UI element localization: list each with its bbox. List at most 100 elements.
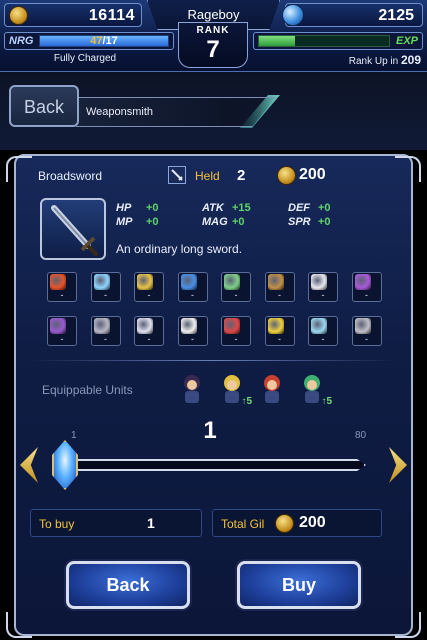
- resistance-slot[interactable]: -: [134, 272, 164, 302]
- disease-icon: [311, 318, 327, 334]
- resistance-value: -: [191, 290, 194, 300]
- resistance-value: -: [104, 290, 107, 300]
- nrg-current: 47: [90, 35, 103, 47]
- unit-bonus: ↑5: [241, 396, 252, 407]
- resistance-slot[interactable]: -: [90, 272, 121, 302]
- to-buy-summary: To buy 1: [30, 509, 202, 537]
- broadsword-icon: [51, 205, 98, 256]
- exp-meter: EXP: [253, 32, 423, 50]
- resistance-slot[interactable]: -: [308, 316, 338, 346]
- unit-bonus: ↑5: [321, 396, 332, 407]
- stat-label-hp: HP: [116, 202, 132, 214]
- unit-dark-knight-icon[interactable]: [176, 373, 208, 405]
- header-back-button[interactable]: Back: [9, 85, 79, 127]
- ice-icon: [93, 274, 110, 290]
- rank-plate: RANK 7: [178, 22, 248, 68]
- equippable-units-label: Equippable Units: [42, 383, 133, 397]
- player-name: Rageboy: [187, 7, 240, 22]
- lapis-counter[interactable]: 2125: [282, 3, 423, 27]
- resistance-value: -: [147, 334, 151, 344]
- total-gil-summary: Total Gil 200: [212, 509, 382, 537]
- unit-green-hair-icon[interactable]: ↑5: [296, 373, 332, 407]
- resistance-slot[interactable]: -: [134, 316, 164, 346]
- buy-button[interactable]: Buy: [237, 561, 361, 609]
- quantity-max: 80: [355, 430, 367, 441]
- back-button-label: Back: [106, 575, 150, 595]
- sword-type-icon: [168, 166, 186, 184]
- panel-corner-ornament: [395, 156, 421, 182]
- paralysis-icon: [224, 318, 240, 334]
- quantity-min: 1: [71, 430, 77, 441]
- resistance-slot[interactable]: -: [90, 316, 121, 346]
- resistance-value: -: [60, 290, 64, 300]
- resistance-slot[interactable]: -: [221, 316, 251, 346]
- nrg-label: NRG: [9, 35, 34, 47]
- gil-counter: 16114: [4, 3, 142, 27]
- stat-value-mp: +0: [146, 216, 159, 228]
- breadcrumb: Weaponsmith: [76, 97, 276, 127]
- nrg-bar: 47/17: [39, 35, 169, 47]
- stat-value-def: +0: [318, 202, 331, 214]
- wind-icon: [224, 274, 240, 290]
- held-count: 2: [237, 167, 246, 184]
- item-price: 200: [299, 166, 326, 183]
- resistance-value: -: [234, 334, 238, 344]
- panel-corner-ornament: [6, 156, 32, 182]
- exp-bar-fill: [259, 36, 296, 46]
- resistance-slot[interactable]: -: [351, 316, 382, 346]
- rank-value: 7: [206, 36, 220, 63]
- stat-label-def: DEF: [288, 202, 310, 214]
- resistance-slot[interactable]: -: [308, 272, 338, 302]
- exp-label: EXP: [395, 35, 418, 47]
- rank-up-value: 209: [400, 53, 421, 67]
- rank-up-info: Rank Up in 209: [349, 53, 421, 67]
- resistance-value: -: [278, 334, 281, 344]
- resistance-value: -: [147, 290, 151, 300]
- stat-label-mp: MP: [116, 216, 133, 228]
- item-description: An ordinary long sword.: [116, 242, 243, 256]
- gil-coin-icon: [275, 514, 294, 533]
- resistance-value: -: [321, 290, 325, 300]
- rank-up-label: Rank Up in: [348, 56, 399, 67]
- resistance-slot[interactable]: -: [264, 272, 295, 302]
- resistance-value: -: [365, 334, 368, 344]
- section-divider: [30, 360, 397, 361]
- resistance-slot[interactable]: -: [177, 316, 208, 346]
- resistance-value: -: [321, 334, 325, 344]
- resistance-slot[interactable]: -: [177, 272, 208, 302]
- resistance-slot[interactable]: -: [221, 272, 251, 302]
- resistance-slot[interactable]: -: [264, 316, 295, 346]
- resistance-slot[interactable]: -: [47, 272, 77, 302]
- header-back-label: Back: [23, 97, 65, 117]
- stat-label-spr: SPR: [288, 216, 311, 228]
- dark-icon: [354, 274, 371, 290]
- confuse-icon: [267, 318, 284, 334]
- lapis-value: 2125: [378, 7, 414, 24]
- to-buy-value: 1: [147, 515, 155, 531]
- resistance-slot[interactable]: -: [351, 272, 382, 302]
- total-gil-value: 200: [299, 514, 326, 531]
- stat-value-spr: +0: [318, 216, 331, 228]
- stat-value-mag: +0: [232, 216, 245, 228]
- water-icon: [180, 274, 197, 290]
- stat-label-atk: ATK: [202, 202, 224, 214]
- unit-blonde-soldier-icon[interactable]: ↑5: [216, 373, 252, 407]
- resistance-value: -: [365, 290, 368, 300]
- total-gil-label: Total Gil: [221, 517, 265, 531]
- back-button[interactable]: Back: [66, 561, 190, 609]
- nrg-status: Fully Charged: [53, 53, 117, 64]
- item-icon-frame[interactable]: [40, 198, 106, 260]
- quantity-value: 1: [203, 417, 217, 444]
- to-buy-label: To buy: [39, 517, 75, 531]
- resistance-slot[interactable]: -: [47, 316, 77, 346]
- resistance-value: -: [104, 334, 107, 344]
- unit-redhead-icon[interactable]: [256, 373, 288, 405]
- gil-value: 16114: [88, 7, 135, 24]
- silence-icon: [180, 318, 197, 334]
- quantity-slider[interactable]: [66, 459, 366, 471]
- stat-value-atk: +15: [232, 202, 251, 214]
- lightning-icon: [137, 274, 153, 290]
- exp-bar: [258, 35, 390, 47]
- status-bar: 16114 2125 Rageboy RANK 7 NRG 47/17 EXP …: [0, 0, 427, 72]
- resistance-value: -: [191, 334, 194, 344]
